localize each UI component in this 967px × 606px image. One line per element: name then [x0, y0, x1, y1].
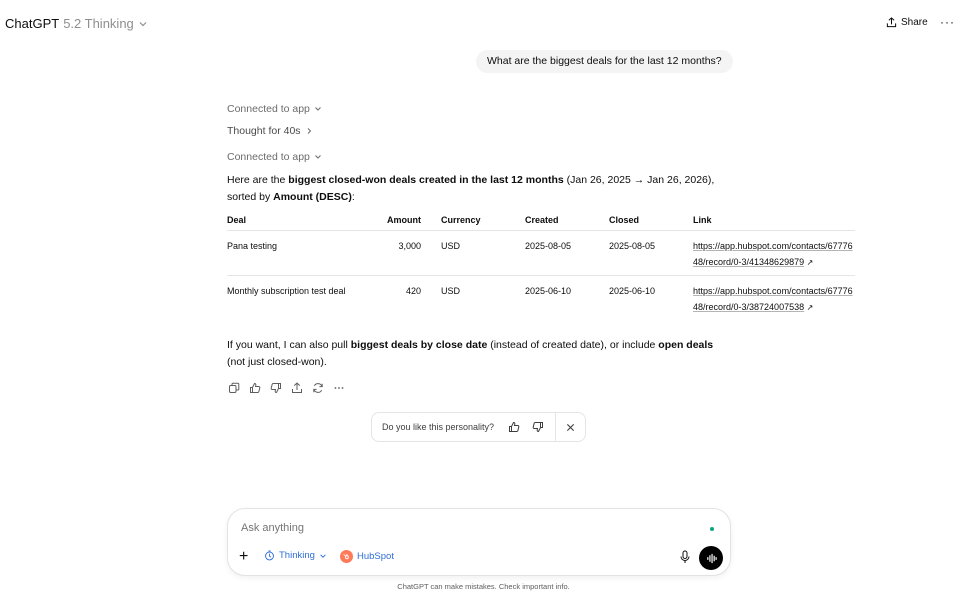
chevron-down-icon	[139, 21, 147, 26]
table-row: Pana testing 3,000 USD 2025-08-05 2025-0…	[227, 230, 855, 275]
dislike-personality-button[interactable]	[526, 415, 550, 439]
composer: + Thinking HubSpot	[227, 508, 731, 576]
thought-label: Thought for 40s	[227, 125, 301, 137]
answer-intro: Here are the biggest closed-won deals cr…	[227, 172, 727, 206]
followup-text: If you want, I can also pull	[227, 339, 351, 351]
chevron-down-icon	[315, 107, 321, 111]
deal-closed: 2025-08-05	[609, 240, 656, 251]
followup-bold: biggest deals by close date	[350, 339, 488, 351]
top-bar: ChatGPT 5.2 Thinking Share ···	[0, 0, 967, 48]
deal-currency: USD	[441, 274, 525, 320]
copy-button[interactable]	[227, 381, 241, 395]
table-header-row: Deal Amount Currency Created Closed Link	[227, 211, 855, 231]
share-button[interactable]: Share	[886, 17, 928, 28]
thumbs-up-icon	[509, 421, 520, 432]
external-link-icon: ↗	[806, 257, 814, 267]
followup-bold: open deals	[658, 339, 714, 351]
close-feedback-button[interactable]	[556, 413, 584, 441]
deal-amount: 3,000	[398, 240, 421, 251]
regenerate-icon	[313, 383, 323, 393]
share-icon	[886, 17, 897, 28]
close-icon	[566, 423, 574, 431]
add-attachment-button[interactable]: +	[239, 549, 248, 565]
microphone-icon	[680, 550, 690, 563]
voice-mode-button[interactable]	[699, 546, 723, 570]
good-response-button[interactable]	[248, 381, 262, 395]
share-response-button[interactable]	[290, 381, 304, 395]
column-header-created: Created	[525, 211, 609, 231]
thinking-label: Thinking	[279, 550, 315, 561]
more-actions-button[interactable]	[332, 381, 346, 395]
status-dot	[710, 527, 714, 531]
brand-name: ChatGPT	[5, 16, 60, 31]
deal-link[interactable]: https://app.hubspot.com/contacts/6777648…	[693, 241, 853, 267]
more-icon	[334, 387, 344, 389]
deal-currency: USD	[441, 240, 461, 251]
deals-table: Deal Amount Currency Created Closed Link…	[227, 211, 855, 320]
deal-amount: 420	[357, 274, 441, 320]
deal-name: Pana testing	[227, 240, 278, 251]
disclaimer: ChatGPT can make mistakes. Check importa…	[397, 582, 570, 591]
share-icon	[292, 382, 302, 393]
thumbs-up-icon	[250, 382, 261, 393]
model-picker[interactable]: ChatGPT 5.2 Thinking	[5, 16, 148, 31]
user-message: What are the biggest deals for the last …	[476, 50, 733, 73]
thumbs-down-icon	[270, 383, 281, 394]
personality-feedback: Do you like this personality?	[371, 412, 586, 442]
column-header-currency: Currency	[441, 211, 525, 231]
bad-response-button[interactable]	[269, 381, 283, 395]
deal-link-cell: https://app.hubspot.com/contacts/6777648…	[693, 230, 855, 275]
model-variant: 5.2 Thinking	[63, 16, 134, 31]
chevron-down-icon	[320, 553, 326, 558]
connected-label: Connected to app	[227, 151, 310, 163]
deal-created: 2025-06-10	[525, 274, 609, 320]
column-header-link: Link	[693, 211, 855, 231]
intro-text: Here are the	[227, 174, 289, 186]
table-row: Monthly subscription test deal 420 USD 2…	[227, 274, 855, 320]
like-personality-button[interactable]	[502, 415, 526, 439]
deal-closed: 2025-06-10	[609, 274, 693, 320]
thought-toggle[interactable]: Thought for 40s	[227, 125, 313, 137]
thumbs-down-icon	[532, 422, 544, 433]
followup-text: (instead of created date), or include	[487, 339, 659, 351]
feedback-question: Do you like this personality?	[382, 422, 495, 432]
timer-icon	[265, 550, 274, 561]
intro-bold: biggest closed-won deals created in the …	[288, 174, 564, 186]
chevron-down-icon	[315, 155, 321, 159]
connected-to-app-toggle[interactable]: Connected to app	[227, 151, 322, 163]
deal-created: 2025-08-05	[525, 240, 572, 251]
voice-wave-icon	[706, 553, 717, 563]
hubspot-label: HubSpot	[357, 551, 394, 562]
followup-text: (not just closed-won).	[227, 356, 327, 368]
regenerate-button[interactable]	[311, 381, 325, 395]
hubspot-logo-icon	[340, 550, 353, 563]
deal-link[interactable]: https://app.hubspot.com/contacts/6777648…	[693, 286, 853, 312]
chevron-right-icon	[307, 128, 311, 134]
column-header-amount: Amount	[357, 211, 441, 231]
column-header-closed: Closed	[609, 211, 693, 231]
external-link-icon: ↗	[806, 302, 814, 312]
answer-followup: If you want, I can also pull biggest dea…	[227, 337, 727, 371]
deal-name: Monthly subscription test deal	[227, 274, 357, 320]
intro-text: :	[351, 191, 355, 203]
connected-to-app-toggle[interactable]: Connected to app	[227, 103, 322, 115]
deal-link-cell: https://app.hubspot.com/contacts/6777648…	[693, 274, 855, 320]
dictate-button[interactable]	[679, 550, 691, 569]
column-header-deal: Deal	[227, 211, 357, 231]
hubspot-app-button[interactable]: HubSpot	[340, 550, 394, 563]
message-actions	[227, 381, 346, 395]
intro-bold: Amount (DESC)	[273, 191, 352, 203]
thinking-mode-button[interactable]: Thinking	[264, 550, 327, 561]
connected-label: Connected to app	[227, 103, 310, 115]
share-label: Share	[901, 17, 928, 28]
prompt-input[interactable]	[241, 522, 681, 534]
more-options-button[interactable]: ···	[940, 15, 955, 29]
copy-icon	[229, 382, 240, 393]
